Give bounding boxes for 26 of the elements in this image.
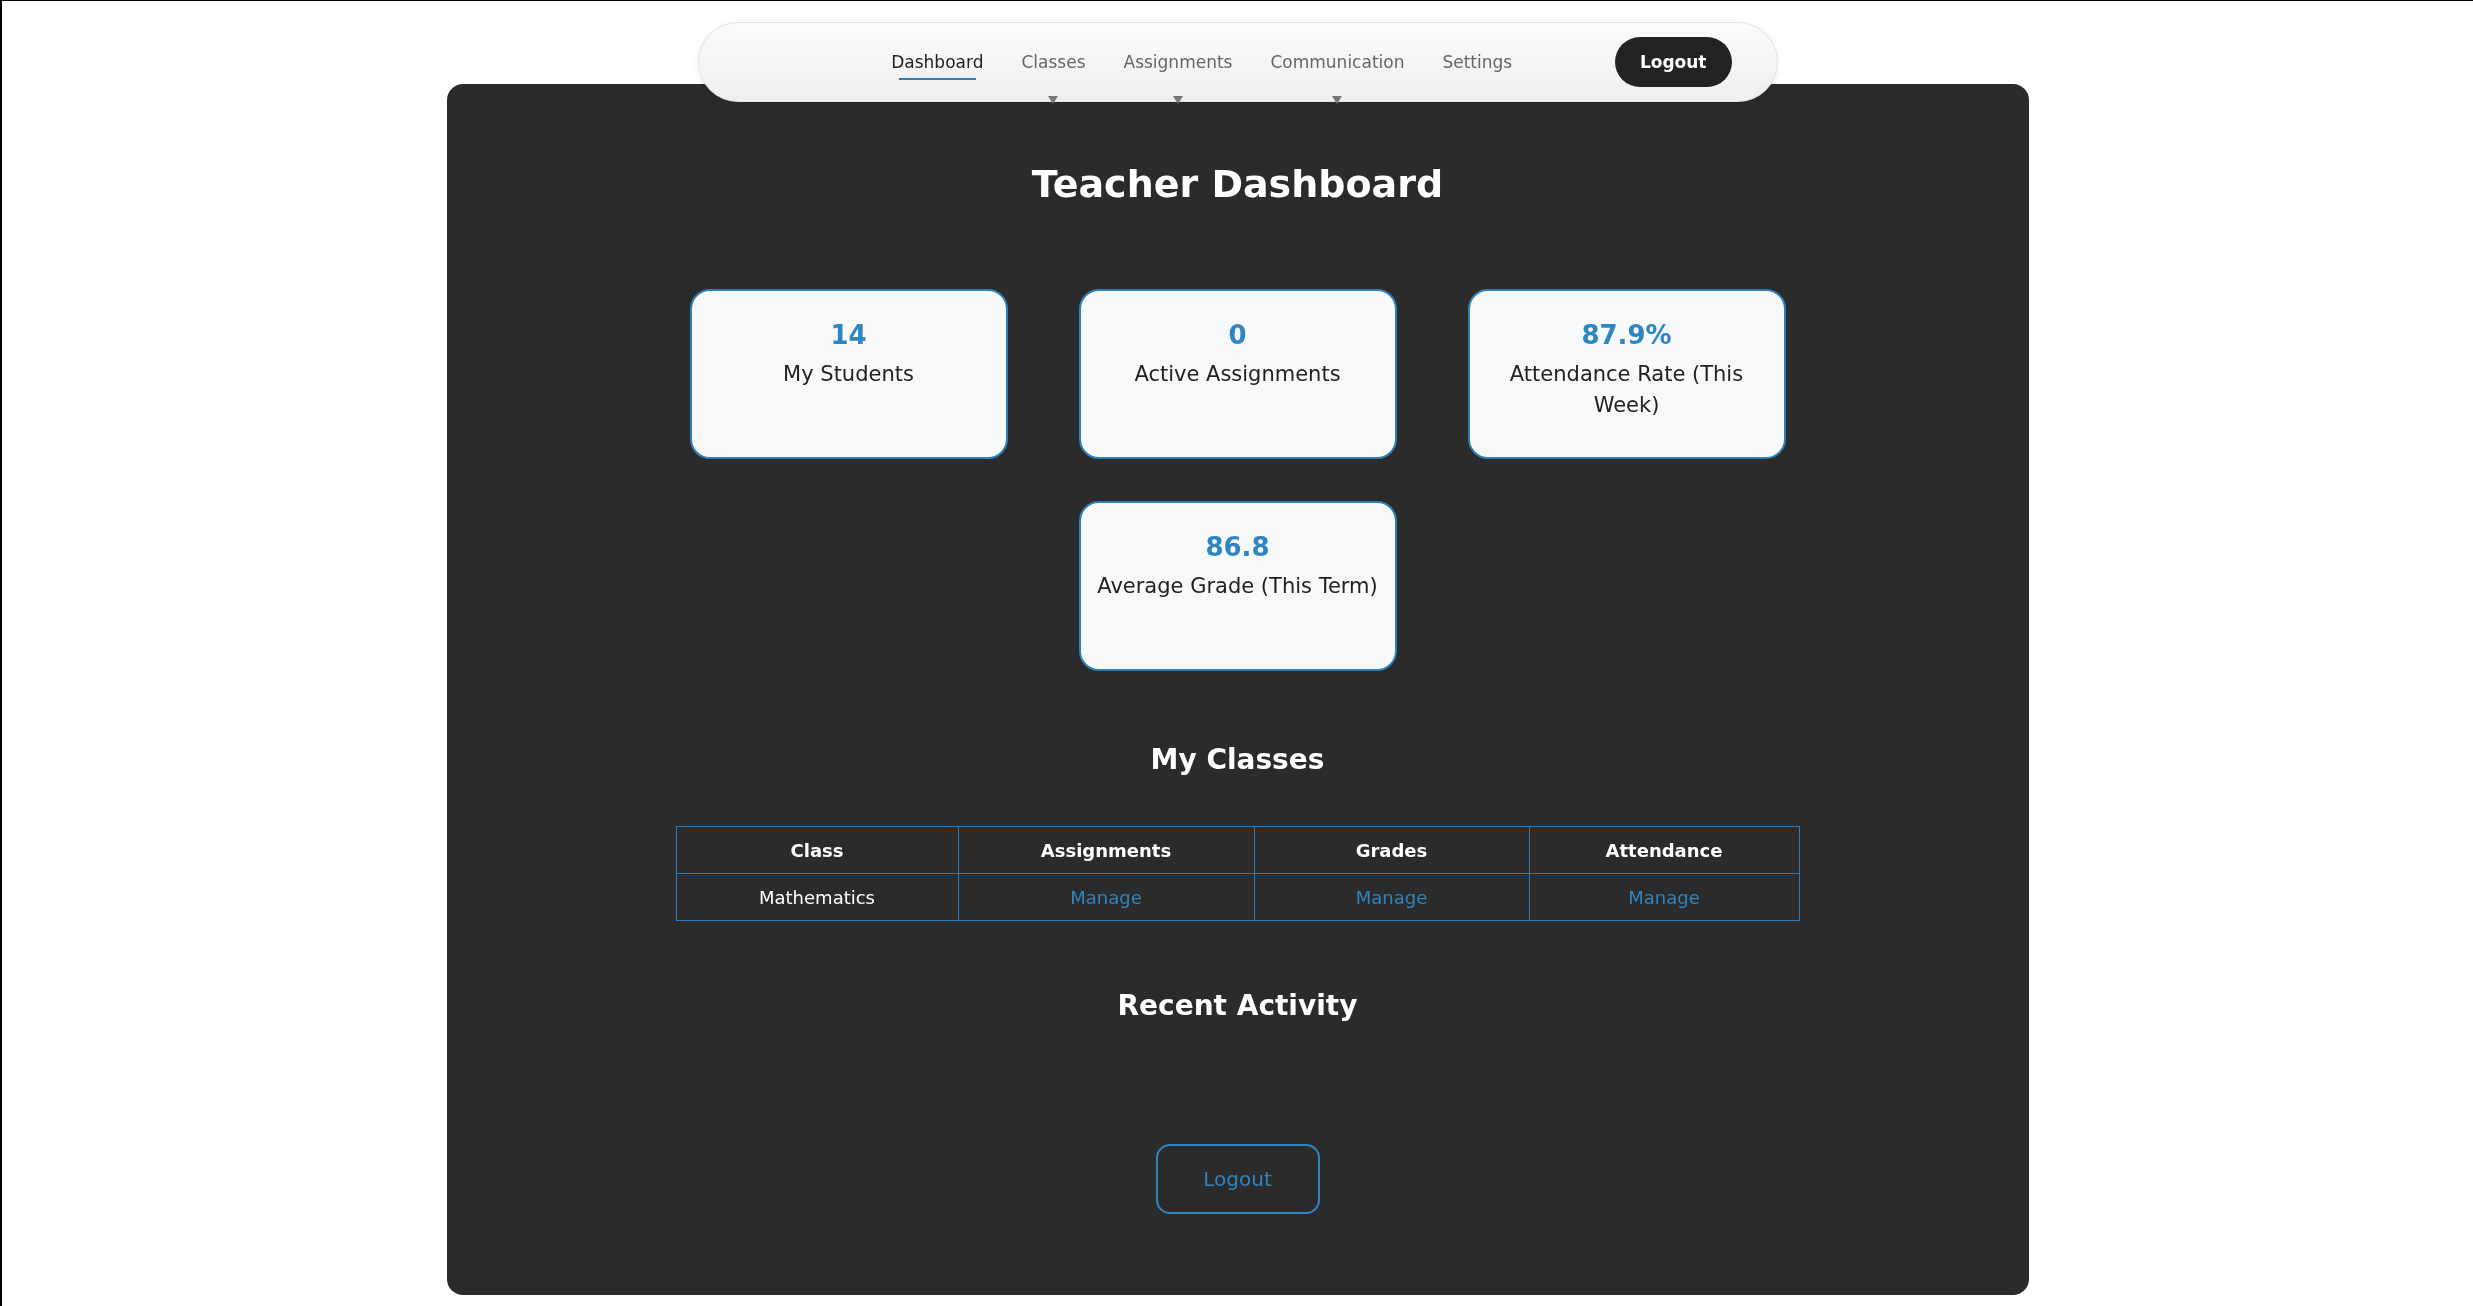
stat-label: Active Assignments — [1133, 361, 1342, 388]
stat-label: Attendance Rate (This Week) — [1508, 361, 1745, 419]
stat-value: 87.9% — [1580, 319, 1673, 351]
column-header: Class — [676, 826, 958, 874]
table-cell: Mathematics — [676, 873, 958, 921]
page-title: Teacher Dashboard — [1031, 162, 1444, 206]
nav-tab[interactable]: Communication — [1270, 44, 1405, 80]
nav-tab[interactable]: Settings — [1442, 44, 1513, 80]
manage-link[interactable]: Manage — [1355, 886, 1428, 908]
stat-label: Average Grade (This Term) — [1096, 573, 1379, 600]
logout-button[interactable]: Logout — [1155, 1144, 1320, 1214]
section-heading: Recent Activity — [1117, 989, 1358, 1022]
manage-link[interactable]: Manage — [1628, 886, 1700, 908]
column-header: Grades — [1254, 826, 1529, 874]
logout-button[interactable]: Logout — [1614, 37, 1732, 87]
column-header: Assignments — [958, 826, 1254, 874]
stat-value: 86.8 — [1204, 531, 1271, 563]
stat-value: 14 — [829, 319, 868, 351]
column-header: Attendance — [1529, 826, 1799, 874]
nav-tab[interactable]: Classes — [1021, 44, 1086, 80]
stat-value: 0 — [1227, 319, 1248, 351]
nav-tab[interactable]: Assignments — [1123, 44, 1233, 80]
manage-link[interactable]: Manage — [1070, 886, 1142, 908]
nav-tab[interactable]: Dashboard — [891, 44, 984, 80]
section-heading: My Classes — [1150, 743, 1325, 776]
stat-label: My Students — [782, 361, 915, 388]
